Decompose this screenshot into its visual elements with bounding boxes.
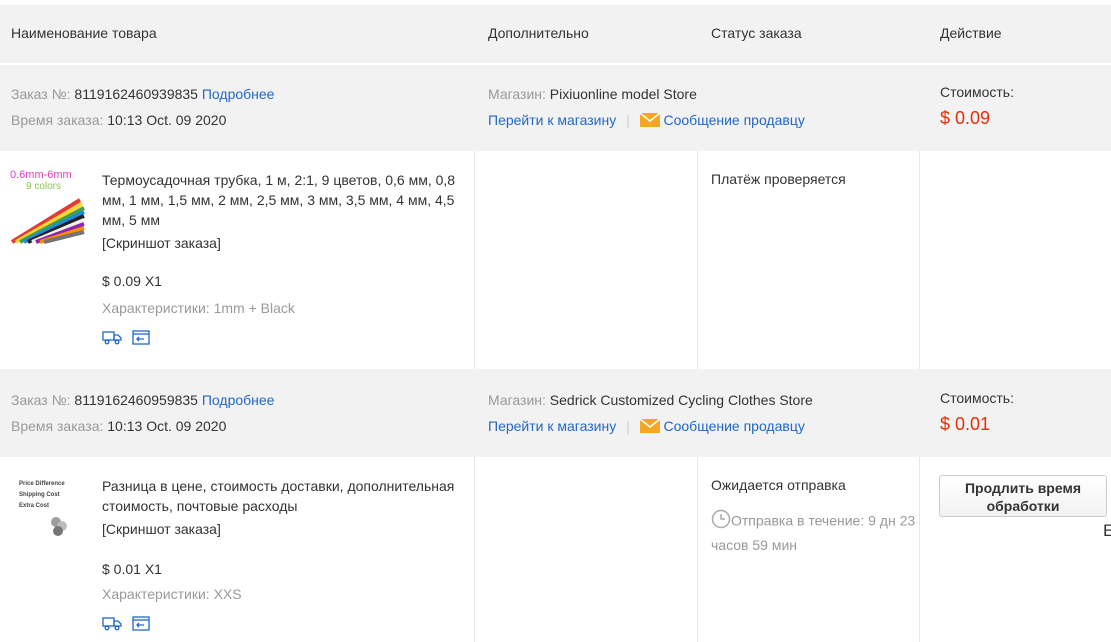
- return-icon[interactable]: [132, 615, 150, 634]
- order-details-link[interactable]: Подробнее: [202, 86, 275, 102]
- product-thumbnail[interactable]: 0.6mm-6mm 9 colors: [10, 169, 86, 245]
- clock-icon: [711, 509, 731, 535]
- clipped-text: E: [1103, 521, 1111, 540]
- order-number-label: Заказ №:: [11, 392, 71, 408]
- price-quantity: $ 0.09 X1: [102, 273, 162, 289]
- order-status: Ожидается отправка: [711, 477, 846, 493]
- order-number-label: Заказ №:: [11, 86, 71, 102]
- thumb-text: Shipping Cost: [19, 492, 60, 498]
- order-time-label: Время заказа:: [11, 418, 104, 434]
- order-time-label: Время заказа:: [11, 112, 104, 128]
- table-header: Наименование товара Дополнительно Статус…: [0, 5, 1111, 63]
- product-title[interactable]: Термоусадочная трубка, 1 м, 2:1, 9 цвето…: [102, 170, 470, 230]
- truck-icon[interactable]: [102, 615, 122, 634]
- order-number: 8119162460959835: [74, 392, 198, 408]
- thumb-text: Extra Cost: [19, 503, 50, 509]
- item-icons: [102, 615, 150, 634]
- shipping-countdown: Отправка в течение: 9 дн 23 часов 59 мин: [711, 509, 916, 556]
- message-seller-link[interactable]: Сообщение продавцу: [664, 112, 805, 128]
- mail-icon[interactable]: [639, 418, 661, 437]
- order-status: Платёж проверяется: [711, 171, 846, 187]
- product-specs: Характеристики: XXS: [102, 586, 242, 602]
- price-quantity: $ 0.01 X1: [102, 561, 162, 577]
- thumb-text: Price Difference: [19, 481, 65, 487]
- order-item-row: 0.6mm-6mm 9 colors Термоусадочная трубка…: [0, 151, 1111, 369]
- truck-icon[interactable]: [102, 329, 122, 348]
- store-name: Pixiuonline model Store: [549, 86, 697, 102]
- snapshot-link[interactable]: [Скриншот заказа]: [102, 235, 221, 251]
- header-additional: Дополнительно: [488, 25, 589, 41]
- order-header: Заказ №: 8119162460959835 Подробнее Врем…: [0, 369, 1111, 457]
- store-label: Магазин:: [488, 86, 546, 102]
- item-icons: [102, 329, 150, 348]
- header-action: Действие: [940, 25, 1002, 41]
- cost-label: Стоимость:: [940, 390, 1014, 406]
- order-cost: $ 0.01: [940, 414, 991, 434]
- extend-processing-button[interactable]: Продлить время обработки: [939, 475, 1107, 517]
- order-time: 10:13 Oct. 09 2020: [107, 112, 227, 128]
- header-product: Наименование товара: [11, 25, 157, 41]
- tubes-image: [10, 198, 85, 244]
- product-specs: Характеристики: 1mm + Black: [102, 300, 295, 316]
- order-cost: $ 0.09: [940, 108, 991, 128]
- store-label: Магазин:: [488, 392, 546, 408]
- separator: |: [626, 418, 630, 435]
- go-to-store-link[interactable]: Перейти к магазину: [488, 418, 616, 434]
- order-item-row: Price Difference Shipping Cost Extra Cos…: [0, 457, 1111, 642]
- coins-image: [51, 517, 67, 536]
- order-details-link[interactable]: Подробнее: [202, 392, 275, 408]
- cost-label: Стоимость:: [940, 84, 1014, 100]
- countdown-text: Отправка в течение: 9 дн 23 часов 59 мин: [711, 512, 916, 553]
- order-header: Заказ №: 8119162460939835 Подробнее Врем…: [0, 65, 1111, 151]
- go-to-store-link[interactable]: Перейти к магазину: [488, 112, 616, 128]
- message-seller-link[interactable]: Сообщение продавцу: [664, 418, 805, 434]
- order-number: 8119162460939835: [74, 86, 198, 102]
- store-name: Sedrick Customized Cycling Clothes Store: [549, 392, 813, 408]
- thumb-text: 0.6mm-6mm: [10, 169, 72, 181]
- order-time: 10:13 Oct. 09 2020: [107, 418, 227, 434]
- mail-icon[interactable]: [639, 112, 661, 131]
- thumb-text: 9 colors: [26, 181, 62, 192]
- return-icon[interactable]: [132, 329, 150, 348]
- orders-page: Наименование товара Дополнительно Статус…: [0, 0, 1111, 642]
- product-title[interactable]: Разница в цене, стоимость доставки, допо…: [102, 476, 470, 516]
- snapshot-link[interactable]: [Скриншот заказа]: [102, 521, 221, 537]
- product-thumbnail[interactable]: Price Difference Shipping Cost Extra Cos…: [10, 479, 86, 555]
- separator: |: [626, 112, 630, 129]
- header-status: Статус заказа: [711, 25, 802, 41]
